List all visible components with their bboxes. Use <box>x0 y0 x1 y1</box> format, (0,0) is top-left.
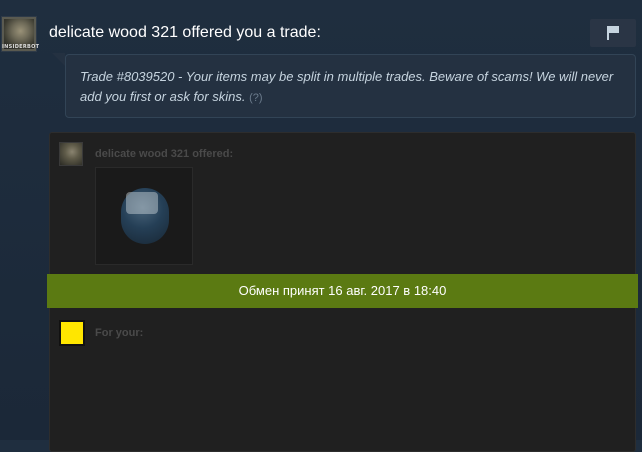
trade-message-text: Trade #8039520 - Your items may be split… <box>80 69 614 104</box>
report-button[interactable] <box>590 19 636 47</box>
recipient-avatar <box>59 320 85 346</box>
sender-small-avatar <box>59 142 83 166</box>
offered-items-label: delicate wood 321 offered: <box>95 148 234 160</box>
trade-status-banner: Обмен принят 16 авг. 2017 в 18:40 <box>47 274 638 308</box>
help-link[interactable]: (?) <box>249 92 262 104</box>
trade-message-bubble: Trade #8039520 - Your items may be split… <box>65 54 636 118</box>
sender-avatar[interactable]: INSIDERBOT <box>1 16 40 52</box>
message-bubble-tail <box>52 53 65 66</box>
case-item-lid <box>126 192 158 214</box>
requested-items-label: For your: <box>95 327 144 339</box>
offered-item-slot[interactable] <box>95 167 193 265</box>
sender-avatar-caption: INSIDERBOT <box>2 44 40 50</box>
trade-offer-header: delicate wood 321 offered you a trade: <box>49 24 321 41</box>
trade-message: Trade #8039520 - Your items may be split… <box>80 67 620 108</box>
